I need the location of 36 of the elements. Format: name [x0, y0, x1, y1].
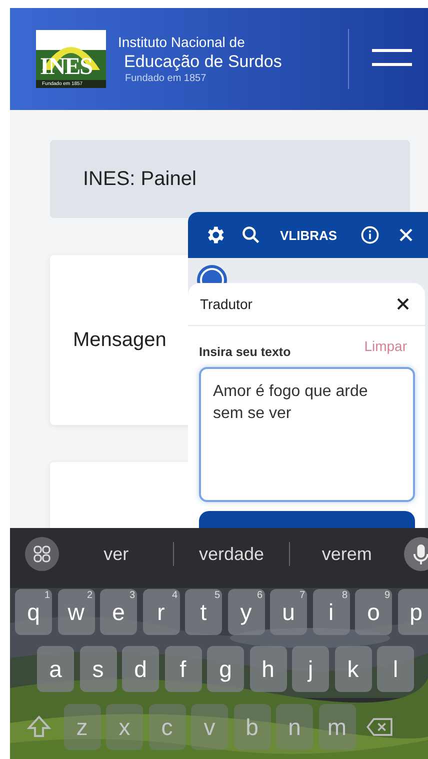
keyboard-key[interactable]: h — [250, 646, 286, 692]
logo-emblem-icon — [36, 30, 106, 88]
widget-brand: VLIBRAS — [280, 228, 338, 242]
logo-text: INES — [40, 54, 92, 80]
keyboard-key[interactable]: g — [207, 646, 244, 692]
keyboard-key[interactable]: p — [398, 589, 428, 635]
keyboard-key[interactable]: d — [122, 646, 159, 692]
keyboard-key[interactable]: z — [64, 704, 100, 750]
site-title: Instituto Nacional de — [118, 32, 246, 50]
input-field[interactable]: Amor é fogo que arde sem se ver — [199, 367, 415, 502]
field-label: Insira seu texto — [199, 345, 291, 359]
keyboard-key[interactable]: v — [191, 704, 228, 750]
apps-icon[interactable] — [25, 537, 59, 571]
card-title: INES: Painel — [83, 168, 196, 190]
site-title: Educação de Surdos — [123, 50, 282, 72]
keyboard-key[interactable]: a — [37, 646, 74, 692]
keyboard-key[interactable]: b — [234, 704, 270, 750]
clear-link[interactable]: Limpar — [364, 338, 407, 354]
dialog-title: Tradutor — [200, 296, 252, 312]
keyboard-key[interactable]: m — [318, 704, 356, 750]
keyboard-key[interactable]: x — [106, 704, 143, 750]
card-title: Mensagen — [73, 328, 166, 352]
microphone-icon[interactable] — [404, 537, 428, 571]
word-suggestion[interactable]: verdade — [174, 544, 289, 564]
keyboard-key[interactable]: f — [164, 646, 202, 692]
keyboard-key[interactable]: s — [80, 646, 116, 692]
keyboard-key[interactable]: n — [276, 704, 313, 750]
keyboard-key[interactable]: c — [148, 704, 186, 750]
info-icon[interactable] — [359, 224, 382, 246]
keyboard-key[interactable]: l — [377, 646, 414, 692]
word-suggestion[interactable]: verem — [290, 544, 404, 564]
word-suggestion[interactable]: ver — [59, 544, 174, 564]
site-subtitle: Fundado em 1857 — [124, 72, 208, 86]
keyboard-key[interactable]: j — [292, 646, 329, 692]
search-icon[interactable] — [240, 224, 262, 246]
keyboard-key[interactable]: k — [334, 646, 372, 692]
